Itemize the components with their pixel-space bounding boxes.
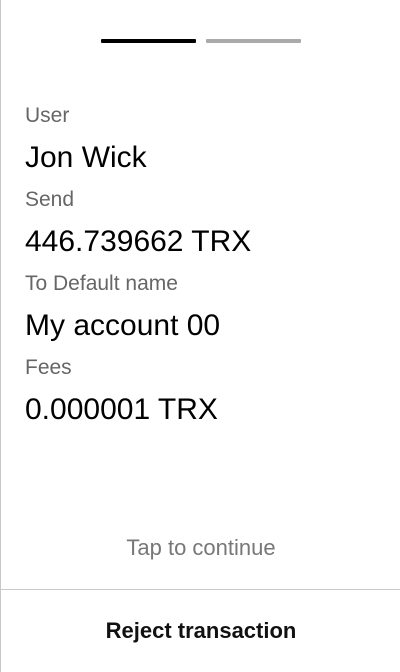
tap-to-continue-hint: Tap to continue <box>126 535 276 560</box>
user-value: Jon Wick <box>25 141 147 174</box>
step-bar-inactive <box>206 39 301 43</box>
recipient-label: To Default name <box>25 272 178 295</box>
send-label: Send <box>25 188 75 211</box>
step-bar-active <box>101 39 196 43</box>
fees-label: Fees <box>25 356 72 379</box>
transaction-review-screen[interactable]: User Jon Wick Send 446.739662 TRX To Def… <box>0 0 400 672</box>
user-label: User <box>25 104 70 127</box>
recipient-value: My account 00 <box>25 309 221 342</box>
fees-value: 0.000001 TRX <box>25 393 218 426</box>
step-indicator <box>101 39 301 43</box>
send-amount-value: 446.739662 TRX <box>25 225 252 258</box>
reject-transaction-button[interactable]: Reject transaction <box>1 590 400 672</box>
